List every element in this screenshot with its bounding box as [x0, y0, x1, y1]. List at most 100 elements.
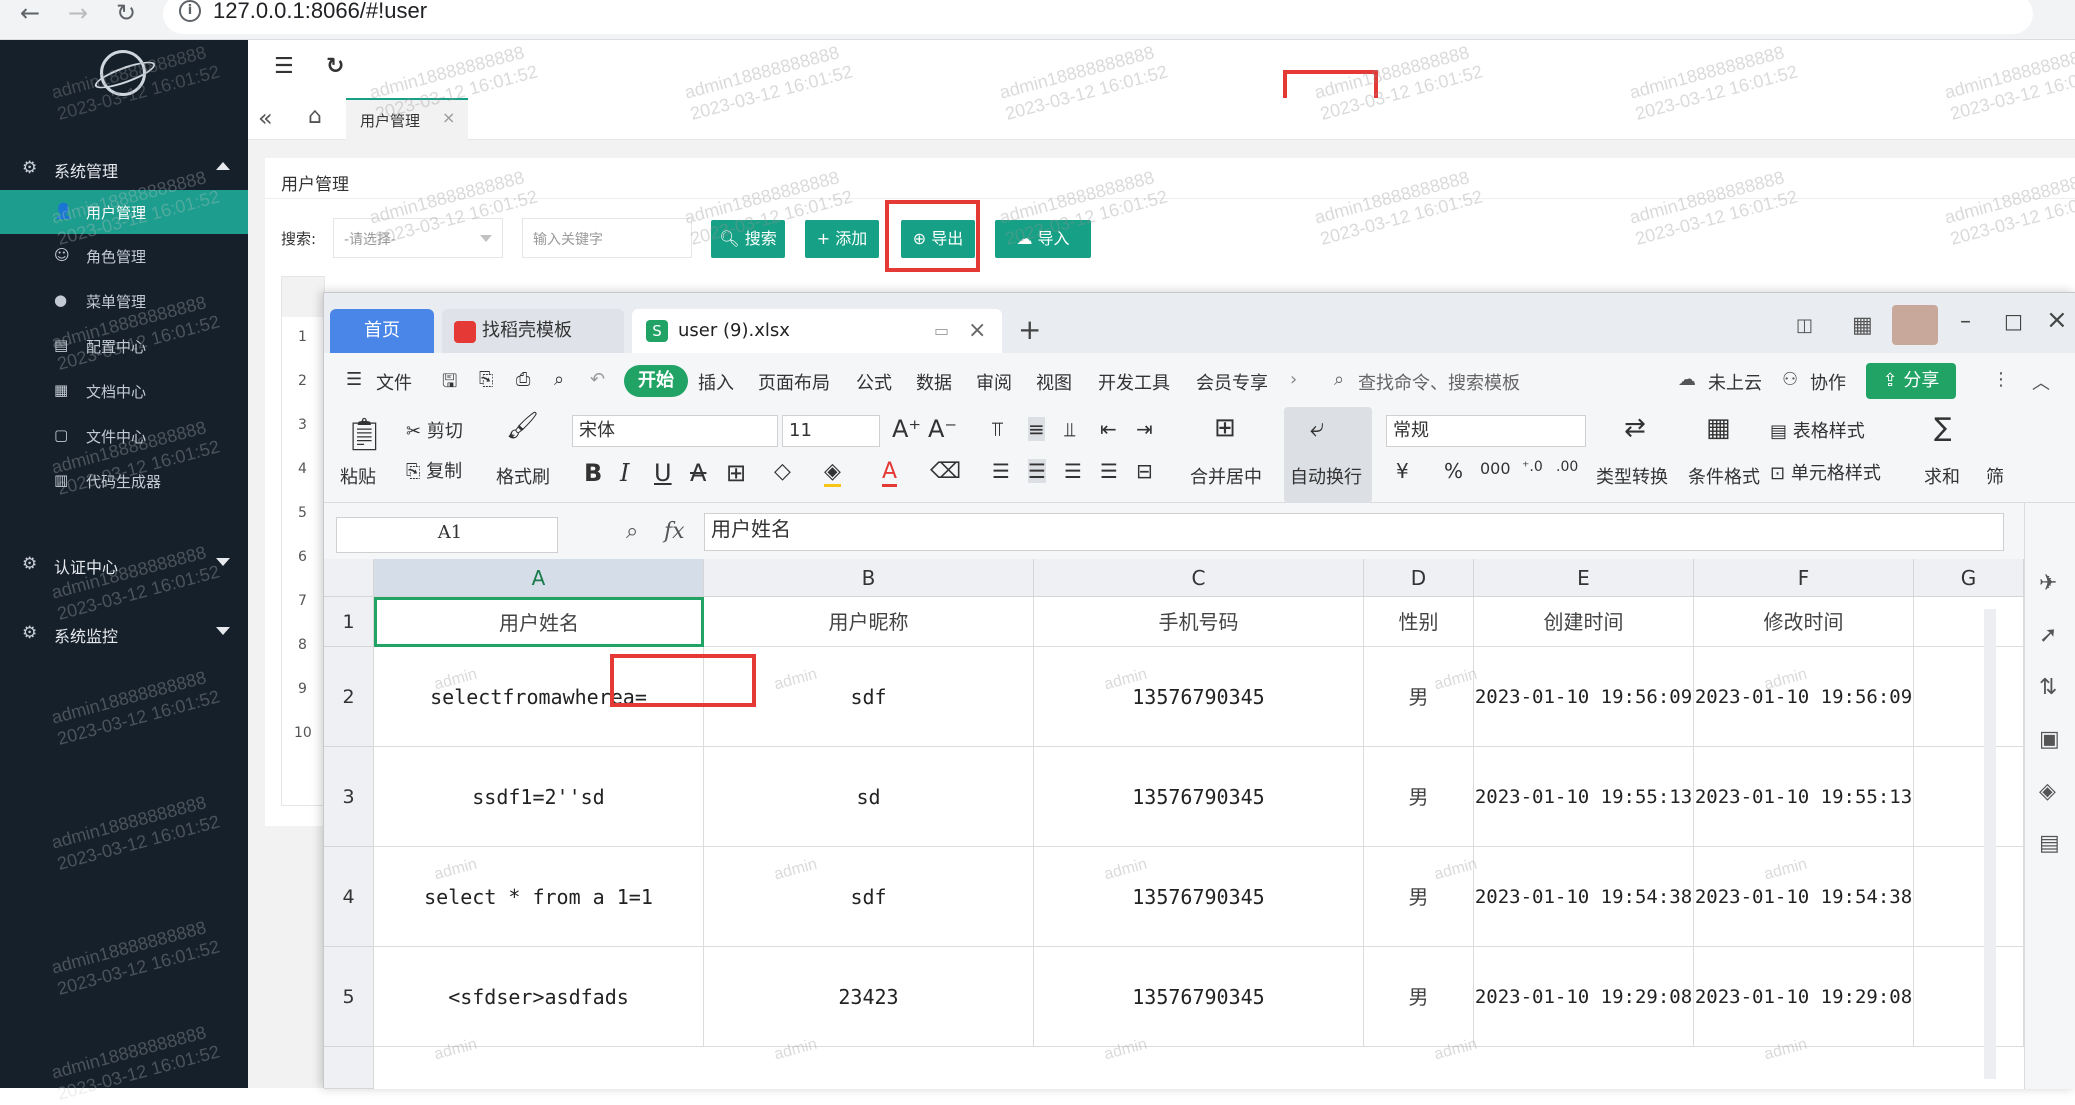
- new-tab-icon[interactable]: +: [1018, 313, 1041, 346]
- close-icon[interactable]: ×: [442, 108, 455, 127]
- thousands-icon[interactable]: 000: [1480, 459, 1511, 478]
- hamburger-icon[interactable]: ☰: [346, 369, 362, 390]
- sidebar-item-roles[interactable]: ☺ 角色管理: [0, 234, 248, 278]
- address-bar[interactable]: i 127.0.0.1:8066/#!user: [163, 0, 2033, 34]
- export-icon[interactable]: ⎘: [479, 369, 493, 390]
- justify-icon[interactable]: ☰: [1100, 459, 1118, 483]
- table-cell[interactable]: 性别: [1364, 597, 1474, 647]
- align-top-icon[interactable]: ⫪: [992, 417, 1003, 441]
- zoom-icon[interactable]: ⌕: [626, 519, 638, 544]
- search-button[interactable]: 🔍︎ 搜索: [711, 220, 785, 258]
- copy-button[interactable]: ⎘ 复制: [406, 457, 462, 483]
- column-header[interactable]: G: [1914, 559, 2024, 597]
- minimize-icon[interactable]: –: [1960, 309, 1971, 334]
- sidebar-item-files[interactable]: ▢ 文件中心: [0, 414, 248, 458]
- distribute-icon[interactable]: ⊟: [1136, 459, 1153, 483]
- eraser-icon[interactable]: ⌫: [930, 459, 961, 484]
- table-cell[interactable]: 男: [1364, 747, 1474, 847]
- command-search[interactable]: 查找命令、搜索模板: [1358, 369, 1520, 395]
- column-header[interactable]: E: [1474, 559, 1694, 597]
- indent-decrease-icon[interactable]: ⇤: [1100, 417, 1117, 441]
- undo-icon[interactable]: ↶: [590, 369, 605, 390]
- window-close-icon[interactable]: ×: [2046, 305, 2068, 335]
- format-painter-button[interactable]: 格式刷: [496, 463, 550, 489]
- menu-icon[interactable]: ☰: [274, 54, 294, 79]
- menu-data[interactable]: 数据: [916, 369, 952, 395]
- italic-icon[interactable]: I: [620, 459, 629, 487]
- column-header[interactable]: B: [704, 559, 1034, 597]
- column-header[interactable]: A: [374, 559, 704, 597]
- table-cell[interactable]: 2023-01-10 19:54:38: [1474, 847, 1694, 947]
- window-icon[interactable]: ▭: [934, 309, 949, 353]
- cut-button[interactable]: ✂ 剪切: [406, 417, 463, 443]
- image-icon[interactable]: ▣: [2039, 727, 2060, 752]
- collab-button[interactable]: 协作: [1810, 369, 1846, 395]
- sidebar-group-system[interactable]: ⚙ 系统管理: [0, 146, 248, 190]
- table-cell[interactable]: 2023-01-10 19:29:08: [1694, 947, 1914, 1047]
- sort-icon[interactable]: ⇅: [2039, 675, 2057, 700]
- preview-icon[interactable]: ⌕: [554, 369, 564, 390]
- rocket-icon[interactable]: ✈: [2039, 571, 2057, 596]
- table-cell[interactable]: 2023-01-10 19:55:13: [1694, 747, 1914, 847]
- table-cell[interactable]: 2023-01-10 19:55:13: [1474, 747, 1694, 847]
- row-header[interactable]: 5: [324, 947, 374, 1047]
- align-middle-icon[interactable]: ≡: [1028, 417, 1045, 441]
- grid-icon[interactable]: ▦: [1852, 313, 1873, 338]
- menu-review[interactable]: 审阅: [976, 369, 1012, 395]
- row-header[interactable]: 3: [324, 747, 374, 847]
- sidebar-item-menus[interactable]: ● 菜单管理: [0, 279, 248, 323]
- menu-member[interactable]: 会员专享: [1196, 369, 1268, 395]
- add-button[interactable]: + 添加: [805, 220, 879, 258]
- table-cell[interactable]: <sfdser>asdfads: [374, 947, 704, 1047]
- menu-view[interactable]: 视图: [1036, 369, 1072, 395]
- menu-insert[interactable]: 插入: [698, 369, 734, 395]
- filter-button[interactable]: 筛: [1986, 463, 2004, 489]
- collapse-ribbon-icon[interactable]: ︿: [2032, 369, 2050, 395]
- table-cell[interactable]: 2023-01-10 19:29:08: [1474, 947, 1694, 1047]
- table-cell[interactable]: 13576790345: [1034, 647, 1364, 747]
- chevron-right-icon[interactable]: ›: [1290, 369, 1297, 390]
- table-cell[interactable]: [1914, 747, 2024, 847]
- table-cell[interactable]: 13576790345: [1034, 747, 1364, 847]
- font-family-select[interactable]: 宋体: [572, 415, 778, 447]
- more-icon[interactable]: ⋮: [1992, 369, 2010, 390]
- site-info-icon[interactable]: i: [179, 0, 201, 22]
- table-cell[interactable]: 13576790345: [1034, 947, 1364, 1047]
- cloud-status[interactable]: 未上云: [1708, 369, 1762, 395]
- menu-devtools[interactable]: 开发工具: [1098, 369, 1170, 395]
- merge-center-button[interactable]: 合并居中: [1190, 463, 1262, 489]
- table-cell[interactable]: 用户昵称: [704, 597, 1034, 647]
- menu-file[interactable]: 文件: [376, 369, 412, 395]
- decimal-increase-icon[interactable]: ⁺.0: [1522, 459, 1543, 475]
- avatar[interactable]: [1892, 305, 1938, 345]
- name-box[interactable]: A1: [336, 517, 558, 553]
- highlight-color-icon[interactable]: ◈: [824, 459, 841, 487]
- brush-icon[interactable]: 🖌︎: [506, 411, 539, 441]
- type-convert-button[interactable]: 类型转换: [1596, 463, 1668, 489]
- font-color-icon[interactable]: A: [882, 459, 898, 487]
- align-left-icon[interactable]: ☰: [992, 459, 1010, 483]
- number-format-select[interactable]: 常规: [1386, 415, 1586, 447]
- sum-icon[interactable]: ∑: [1934, 413, 1952, 443]
- border-icon[interactable]: ⊞: [726, 459, 746, 487]
- decimal-decrease-icon[interactable]: .00: [1556, 459, 1578, 475]
- share-button[interactable]: ⇪ 分享: [1866, 363, 1956, 399]
- conditional-format-button[interactable]: 条件格式: [1688, 463, 1760, 489]
- table-cell[interactable]: 2023-01-10 19:54:38: [1694, 847, 1914, 947]
- table-cell[interactable]: sdf: [704, 847, 1034, 947]
- paste-icon[interactable]: 📋︎: [344, 415, 385, 453]
- table-cell[interactable]: select * from a 1=1: [374, 847, 704, 947]
- print-icon[interactable]: ⎙: [516, 369, 530, 390]
- font-size-select[interactable]: 11: [782, 415, 880, 447]
- maximize-icon[interactable]: □: [2004, 309, 2023, 333]
- close-icon[interactable]: ×: [968, 309, 986, 353]
- book-icon[interactable]: ▤: [2039, 831, 2060, 856]
- percent-icon[interactable]: %: [1444, 459, 1463, 483]
- menu-formula[interactable]: 公式: [856, 369, 892, 395]
- table-cell[interactable]: 用户姓名: [374, 597, 704, 647]
- row-header[interactable]: 4: [324, 847, 374, 947]
- row-header[interactable]: [324, 1047, 374, 1089]
- table-cell[interactable]: ssdf1=2''sd: [374, 747, 704, 847]
- table-cell[interactable]: 手机号码: [1034, 597, 1364, 647]
- collapse-icon[interactable]: «: [258, 104, 273, 132]
